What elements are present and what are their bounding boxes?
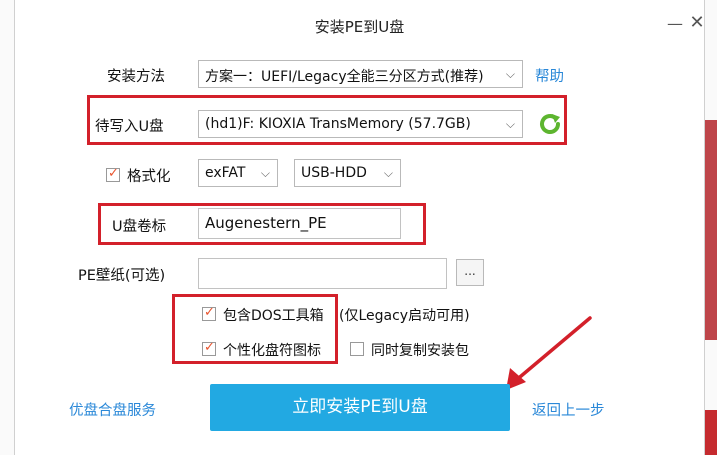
dos-tools-checkbox[interactable] [202,305,216,321]
install-method-value: 方案一：UEFI/Legacy全能三分区方式(推荐) [205,69,484,85]
back-link[interactable]: 返回上一步 [532,399,605,420]
chevron-down-icon: ⌵ [260,166,270,180]
target-drive-value: (hd1)F: KIOXIA TransMemory (57.7GB) [205,116,471,132]
chevron-down-icon: ⌵ [383,166,393,180]
volume-label-input[interactable]: Augenestern_PE [198,208,401,239]
browse-button[interactable]: ... [456,259,484,286]
install-method-label: 安装方法 [107,69,165,85]
help-link[interactable]: 帮助 [535,65,564,86]
boot-mode-value: USB-HDD [301,165,367,181]
target-drive-select[interactable]: (hd1)F: KIOXIA TransMemory (57.7GB) ⌵ [198,110,523,138]
background-image [705,120,717,340]
chevron-down-icon: ⌵ [505,117,515,131]
minimize-button[interactable]: — [665,14,685,33]
background-window-left [0,0,15,455]
background-image-bottom [705,410,717,455]
chevron-down-icon: ⌵ [505,67,515,81]
copy-package-checkbox[interactable] [350,342,364,356]
wallpaper-label: PE壁纸(可选) [78,268,166,284]
install-pe-dialog: 安装PE到U盘 — ✕ 安装方法 方案一：UEFI/Legacy全能三分区方式(… [14,0,705,455]
dos-tools-note: (仅Legacy启动可用) [339,308,470,324]
install-pe-button[interactable]: 立即安装PE到U盘 [210,384,510,431]
merge-drive-service-link[interactable]: 优盘合盘服务 [69,399,156,420]
custom-icon-checkbox[interactable] [202,340,216,356]
format-label: 格式化 [127,169,171,185]
close-button[interactable]: ✕ [687,12,707,33]
filesystem-select[interactable]: exFAT ⌵ [198,159,278,187]
copy-package-label: 同时复制安装包 [371,343,469,359]
dos-tools-label: 包含DOS工具箱 [223,308,324,324]
custom-icon-label: 个性化盘符图标 [223,343,321,359]
volume-label-label: U盘卷标 [112,219,167,235]
refresh-icon[interactable] [536,110,564,138]
target-drive-label: 待写入U盘 [95,119,164,135]
window-title: 安装PE到U盘 [314,18,405,36]
format-checkbox[interactable] [106,166,120,182]
red-arrow-icon [506,316,592,390]
boot-mode-select[interactable]: USB-HDD ⌵ [294,159,401,187]
install-method-select[interactable]: 方案一：UEFI/Legacy全能三分区方式(推荐) ⌵ [198,60,523,88]
wallpaper-input[interactable] [198,258,447,289]
filesystem-value: exFAT [205,165,246,181]
